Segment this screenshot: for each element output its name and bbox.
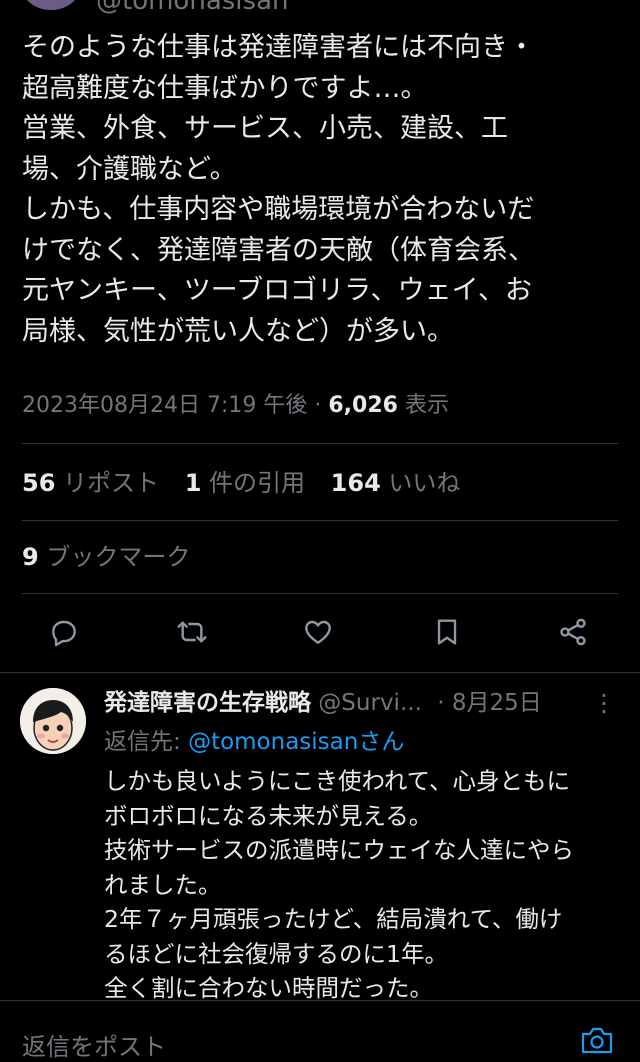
author-avatar[interactable] (22, 0, 80, 10)
tweet-line: けでなく、発達障害者の天敵（体育会系、 (22, 234, 535, 266)
reply-line: るほどに社会復帰するのに1年。 (104, 939, 448, 968)
divider (22, 593, 618, 594)
divider (0, 672, 640, 673)
reply-author-name[interactable]: 発達障害の生存戦略 (104, 690, 311, 716)
engagement-stats: 56 リポスト 1 件の引用 164 いいね (22, 466, 478, 500)
tweet-line: そのような仕事は発達障害者には不向き・ (22, 32, 535, 63)
reply-line: 技術サービスの派遣時にウェイな人達にやら (104, 836, 574, 864)
tweet-line: 営業、外食、サービス、小売、建設、工 (22, 113, 508, 144)
bookmark-icon[interactable] (427, 612, 467, 652)
author-handle[interactable]: @tomonasisan (96, 0, 288, 16)
tweet-line: 超高難度な仕事ばかりですよ…。 (22, 72, 428, 104)
tweet-line: 局様、気性が荒い人など）が多い。 (22, 315, 454, 347)
quotes-stat[interactable]: 1 件の引用 (185, 469, 305, 497)
reply-line: ボロボロになる未来が見える。 (104, 801, 433, 830)
reply-text: しかも良いようにこき使われて、心身ともに ボロボロになる未来が見える。 技術サー… (104, 764, 624, 1006)
reply-composer: 返信をポスト (0, 1000, 640, 1061)
more-options-icon[interactable]: ⋮ (592, 686, 616, 720)
share-icon[interactable] (553, 612, 593, 652)
camera-icon[interactable] (580, 1025, 614, 1055)
replying-prefix: 返信先: (104, 729, 189, 755)
views-label: 表示 (397, 393, 449, 418)
repost-icon[interactable] (172, 612, 212, 652)
reposts-stat[interactable]: 56 リポスト (22, 469, 159, 497)
reply-avatar[interactable] (20, 688, 86, 754)
reply-line: 2年７ヶ月頑張ったけど、結局潰れて、働け (104, 905, 563, 933)
action-bar (0, 612, 640, 656)
reply-date[interactable]: · 8月25日 (430, 690, 542, 716)
divider (22, 520, 618, 521)
tweet-meta: 2023年08月24日 7:19 午後 · 6,026 表示 (22, 390, 449, 422)
bookmarks-stat[interactable]: 9 ブックマーク (22, 540, 190, 574)
tweet-line: しかも、仕事内容や職場環境が合わないだ (22, 194, 535, 225)
likes-stat[interactable]: 164 いいね (331, 469, 461, 497)
tweet-text: そのような仕事は発達障害者には不向き・ 超高難度な仕事ばかりですよ…。 営業、外… (22, 28, 622, 352)
tweet-line: 場、介護職など。 (22, 153, 237, 185)
reply-author-handle[interactable]: @Survi... (311, 690, 422, 716)
views-count: 6,026 (328, 393, 398, 418)
tweet-timestamp[interactable]: 2023年08月24日 7:19 午後 · (22, 393, 328, 418)
divider (22, 443, 618, 444)
reply-input[interactable]: 返信をポスト (22, 1027, 166, 1062)
tweet-line: 元ヤンキー、ツーブロゴリラ、ウェイ、お (22, 275, 533, 306)
reply-header: 発達障害の生存戦略 @Survi... · 8月25日 (104, 686, 624, 720)
reply-icon[interactable] (44, 612, 84, 652)
replying-to: 返信先: @tomonasisanさん (104, 726, 404, 758)
like-icon[interactable] (298, 612, 338, 652)
reply-line: しかも良いようにこき使われて、心身ともに (104, 767, 571, 795)
reply-line: れました。 (104, 870, 222, 899)
mention-link[interactable]: @tomonasisanさん (188, 729, 404, 755)
